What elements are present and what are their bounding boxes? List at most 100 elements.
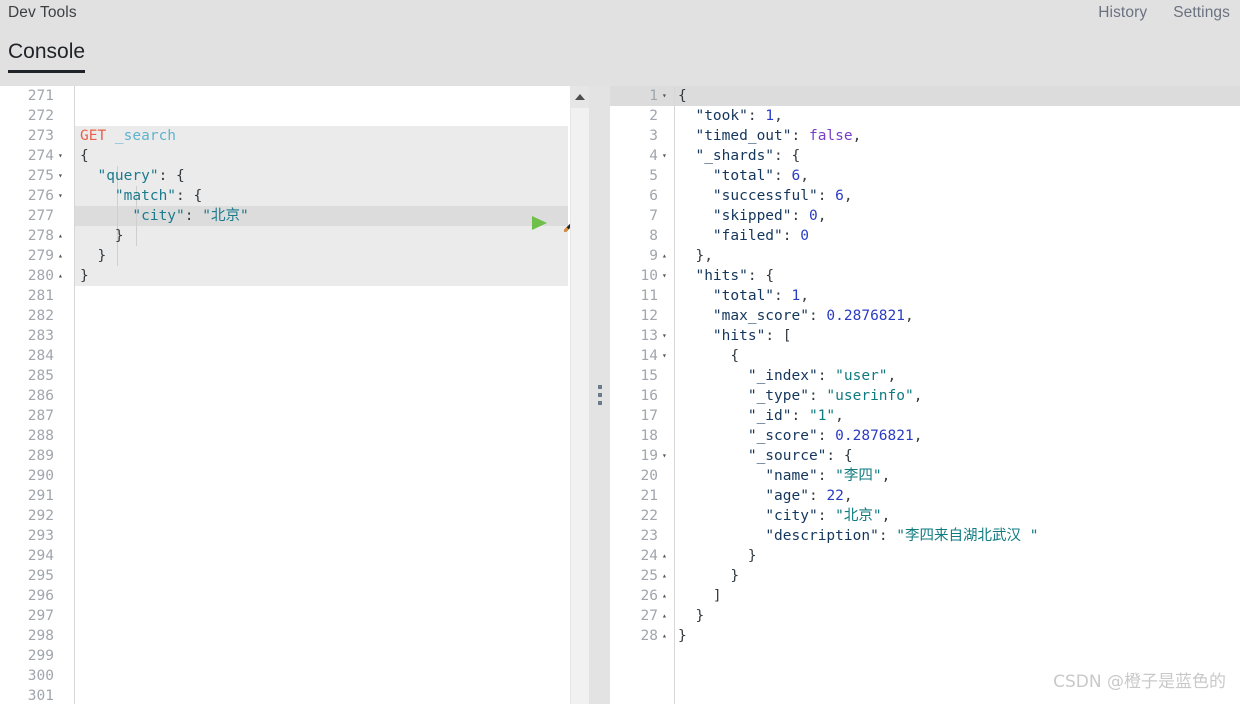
- code-line[interactable]: 7 "skipped": 0,: [610, 206, 1240, 226]
- code-line[interactable]: 14 ▾ {: [610, 346, 1240, 366]
- response-viewer-pane[interactable]: 1 ▾{2 "took": 1, 3 "timed_out": false, 4 ▾ "…: [610, 86, 1240, 704]
- code-line[interactable]: 289: [0, 446, 589, 466]
- editor-vertical-scrollbar[interactable]: [570, 86, 589, 704]
- code-line[interactable]: 292: [0, 506, 589, 526]
- code-line[interactable]: 18 "_score": 0.2876821,: [610, 426, 1240, 446]
- fold-arrow-icon[interactable]: ▴: [662, 612, 672, 620]
- code-line[interactable]: 286: [0, 386, 589, 406]
- code-line[interactable]: 20 "name": "李四",: [610, 466, 1240, 486]
- code-line[interactable]: 276 ▾ "match": {: [0, 186, 589, 206]
- tab-console[interactable]: Console: [8, 40, 86, 73]
- splitter-grip-icon[interactable]: [597, 385, 602, 405]
- code-line[interactable]: 12 "max_score": 0.2876821,: [610, 306, 1240, 326]
- line-number: 11: [640, 288, 658, 304]
- fold-arrow-icon[interactable]: ▴: [662, 552, 672, 560]
- code-line[interactable]: 281: [0, 286, 589, 306]
- fold-arrow-icon[interactable]: ▾: [58, 172, 68, 180]
- code-line-text: "city": "北京",: [678, 506, 890, 526]
- code-line[interactable]: 277 "city": "北京": [0, 206, 589, 226]
- fold-arrow-icon[interactable]: ▴: [662, 592, 672, 600]
- line-number: 288: [27, 428, 54, 444]
- code-line[interactable]: 273 GET _search: [0, 126, 589, 146]
- line-number: 299: [27, 648, 54, 664]
- code-line[interactable]: 5 "total": 6,: [610, 166, 1240, 186]
- fold-arrow-icon[interactable]: ▾: [662, 452, 672, 460]
- code-line[interactable]: 282: [0, 306, 589, 326]
- code-token: "_id": [747, 408, 792, 424]
- code-line[interactable]: 19 ▾ "_source": {: [610, 446, 1240, 466]
- code-line[interactable]: 288: [0, 426, 589, 446]
- code-line[interactable]: 274 ▾ {: [0, 146, 589, 166]
- fold-arrow-icon[interactable]: ▾: [662, 272, 672, 280]
- code-line[interactable]: 283: [0, 326, 589, 346]
- fold-arrow-icon[interactable]: ▴: [662, 632, 672, 640]
- code-line[interactable]: 3 "timed_out": false,: [610, 126, 1240, 146]
- code-line[interactable]: 300: [0, 666, 589, 686]
- code-line-text: }: [80, 246, 106, 266]
- code-line[interactable]: 28 ▴}: [610, 626, 1240, 646]
- code-line[interactable]: 4 ▾ "_shards": {: [610, 146, 1240, 166]
- code-line[interactable]: 294: [0, 546, 589, 566]
- code-line[interactable]: 290: [0, 466, 589, 486]
- fold-arrow-icon[interactable]: ▾: [662, 352, 672, 360]
- fold-arrow-icon[interactable]: ▴: [58, 232, 68, 240]
- code-line[interactable]: 298: [0, 626, 589, 646]
- code-line[interactable]: 6 "successful": 6,: [610, 186, 1240, 206]
- code-line[interactable]: 24 ▴ }: [610, 546, 1240, 566]
- code-line[interactable]: 21 "age": 22,: [610, 486, 1240, 506]
- code-line[interactable]: 271: [0, 86, 589, 106]
- fold-arrow-icon[interactable]: ▾: [662, 332, 672, 340]
- code-line[interactable]: 13 ▾ "hits": [: [610, 326, 1240, 346]
- code-line[interactable]: 295: [0, 566, 589, 586]
- fold-arrow-icon[interactable]: ▾: [58, 192, 68, 200]
- fold-arrow-icon[interactable]: ▴: [58, 272, 68, 280]
- code-line[interactable]: 301: [0, 686, 589, 704]
- code-line[interactable]: 275 ▾ "query": {: [0, 166, 589, 186]
- code-line-text: "total": 6,: [678, 166, 809, 186]
- code-line[interactable]: 297: [0, 606, 589, 626]
- code-line[interactable]: 293: [0, 526, 589, 546]
- code-line[interactable]: 8 "failed": 0: [610, 226, 1240, 246]
- code-line[interactable]: 26 ▴ ]: [610, 586, 1240, 606]
- code-line[interactable]: 278 ▴ }: [0, 226, 589, 246]
- fold-arrow-icon[interactable]: ▴: [662, 572, 672, 580]
- code-line[interactable]: 17 "_id": "1",: [610, 406, 1240, 426]
- pane-splitter[interactable]: [589, 86, 610, 704]
- code-line[interactable]: 284: [0, 346, 589, 366]
- fold-arrow-icon[interactable]: ▴: [662, 252, 672, 260]
- code-line[interactable]: 287: [0, 406, 589, 426]
- fold-arrow-icon[interactable]: ▴: [58, 252, 68, 260]
- code-line[interactable]: 15 "_index": "user",: [610, 366, 1240, 386]
- code-line[interactable]: 27 ▴ }: [610, 606, 1240, 626]
- code-line[interactable]: 16 "_type": "userinfo",: [610, 386, 1240, 406]
- code-line[interactable]: 299: [0, 646, 589, 666]
- run-request-button[interactable]: [528, 213, 550, 233]
- fold-arrow-icon[interactable]: ▾: [662, 92, 672, 100]
- code-line[interactable]: 280 ▴}: [0, 266, 589, 286]
- code-line[interactable]: 10 ▾ "hits": {: [610, 266, 1240, 286]
- fold-arrow-icon[interactable]: ▾: [662, 152, 672, 160]
- code-line[interactable]: 279 ▴ }: [0, 246, 589, 266]
- code-line[interactable]: 25 ▴ }: [610, 566, 1240, 586]
- code-line[interactable]: 285: [0, 366, 589, 386]
- code-line[interactable]: 1 ▾ {: [610, 86, 1240, 106]
- history-link[interactable]: History: [1098, 4, 1147, 22]
- code-line[interactable]: 23 "description": "李四来自湖北武汉 ": [610, 526, 1240, 546]
- fold-arrow-icon[interactable]: ▾: [58, 152, 68, 160]
- scroll-up-arrow-icon[interactable]: [575, 94, 585, 100]
- code-line[interactable]: 291: [0, 486, 589, 506]
- line-number: 283: [27, 328, 54, 344]
- line-number: 272: [27, 108, 54, 124]
- code-line[interactable]: 296: [0, 586, 589, 606]
- request-code[interactable]: 271 272 273 GET _search 274 ▾{275 ▾ "query": {…: [0, 86, 589, 704]
- request-editor-pane[interactable]: 271 272 273 GET _search 274 ▾{275 ▾ "query": {…: [0, 86, 589, 704]
- code-line[interactable]: 11 "total": 1,: [610, 286, 1240, 306]
- code-line[interactable]: 2 "took": 1,: [610, 106, 1240, 126]
- code-line[interactable]: 22 "city": "北京",: [610, 506, 1240, 526]
- code-line[interactable]: 272: [0, 106, 589, 126]
- settings-link[interactable]: Settings: [1173, 4, 1230, 22]
- response-code[interactable]: 1 ▾{2 "took": 1, 3 "timed_out": false, 4 ▾ "…: [610, 86, 1240, 704]
- code-line[interactable]: 9 ▴ },: [610, 246, 1240, 266]
